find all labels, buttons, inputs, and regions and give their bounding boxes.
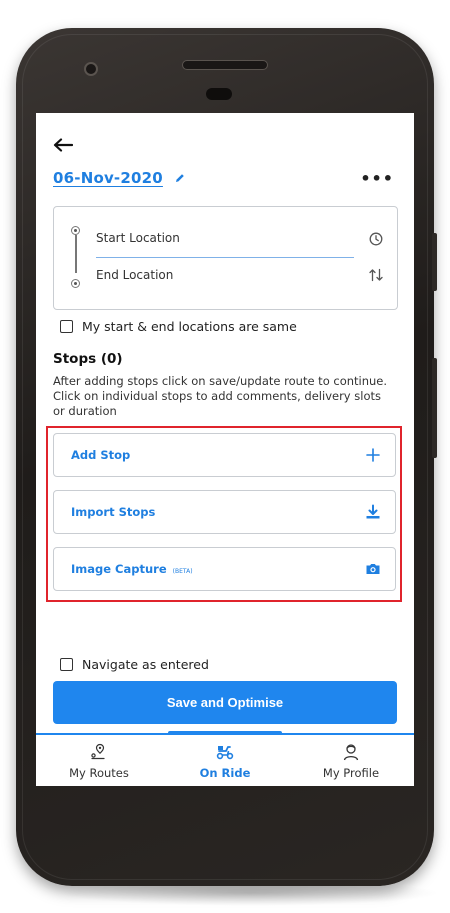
- import-stops-button[interactable]: Import Stops: [53, 490, 396, 534]
- stops-description: After adding stops click on save/update …: [53, 374, 388, 418]
- proximity-sensor: [84, 62, 98, 76]
- power-button: [432, 358, 437, 458]
- tab-my-profile-label: My Profile: [322, 766, 380, 780]
- download-icon: [366, 504, 380, 519]
- save-and-optimise-button[interactable]: Save and Optimise: [53, 681, 397, 724]
- route-date-row: 06-Nov-2020: [53, 169, 185, 187]
- end-dot-icon: [71, 279, 80, 288]
- start-dot-icon: [71, 226, 80, 235]
- clock-icon[interactable]: [369, 232, 383, 246]
- add-stop-button[interactable]: Add Stop: [53, 433, 396, 477]
- back-arrow-icon[interactable]: [53, 138, 73, 152]
- tab-my-routes-label: My Routes: [69, 766, 129, 780]
- tab-my-profile[interactable]: My Profile: [288, 739, 414, 786]
- earpiece-speaker: [182, 60, 268, 70]
- image-capture-label-group: Image Capture (BETA): [71, 562, 193, 576]
- route-pin-icon: [91, 743, 105, 760]
- end-location-input[interactable]: End Location: [96, 268, 173, 282]
- stops-title: Stops (0): [53, 351, 123, 367]
- location-divider: [96, 257, 354, 258]
- user-icon: [343, 744, 359, 761]
- app-screen: 06-Nov-2020 ••• Start Location End Locat…: [36, 113, 414, 786]
- same-locations-checkbox[interactable]: [60, 320, 73, 333]
- more-options-icon[interactable]: •••: [360, 169, 394, 188]
- route-line: [75, 235, 77, 273]
- route-date-title[interactable]: 06-Nov-2020: [53, 169, 163, 187]
- bottom-tab-bar: My Routes On Ride My Profile: [36, 731, 414, 786]
- same-locations-label: My start & end locations are same: [82, 319, 297, 334]
- active-tab-indicator: [168, 731, 282, 735]
- swap-icon[interactable]: [368, 268, 384, 282]
- plus-icon: [366, 448, 380, 462]
- tab-on-ride[interactable]: On Ride: [162, 739, 288, 786]
- import-stops-label: Import Stops: [71, 505, 156, 519]
- pencil-icon[interactable]: [175, 173, 185, 183]
- tab-on-ride-label: On Ride: [199, 766, 251, 780]
- image-capture-button[interactable]: Image Capture (BETA): [53, 547, 396, 591]
- start-location-input[interactable]: Start Location: [96, 231, 180, 245]
- scooter-icon: [216, 746, 234, 760]
- same-locations-row[interactable]: My start & end locations are same: [60, 319, 297, 334]
- navigate-entered-checkbox[interactable]: [60, 658, 73, 671]
- tab-my-routes[interactable]: My Routes: [36, 739, 162, 786]
- navigate-entered-row[interactable]: Navigate as entered: [60, 657, 209, 672]
- location-box: Start Location End Location: [53, 206, 398, 310]
- navigate-entered-label: Navigate as entered: [82, 657, 209, 672]
- camera-icon: [366, 564, 380, 574]
- add-stop-label: Add Stop: [71, 448, 131, 462]
- volume-button: [432, 233, 437, 291]
- image-capture-label: Image Capture: [71, 562, 167, 576]
- front-camera: [206, 88, 232, 100]
- beta-badge: (BETA): [172, 568, 193, 575]
